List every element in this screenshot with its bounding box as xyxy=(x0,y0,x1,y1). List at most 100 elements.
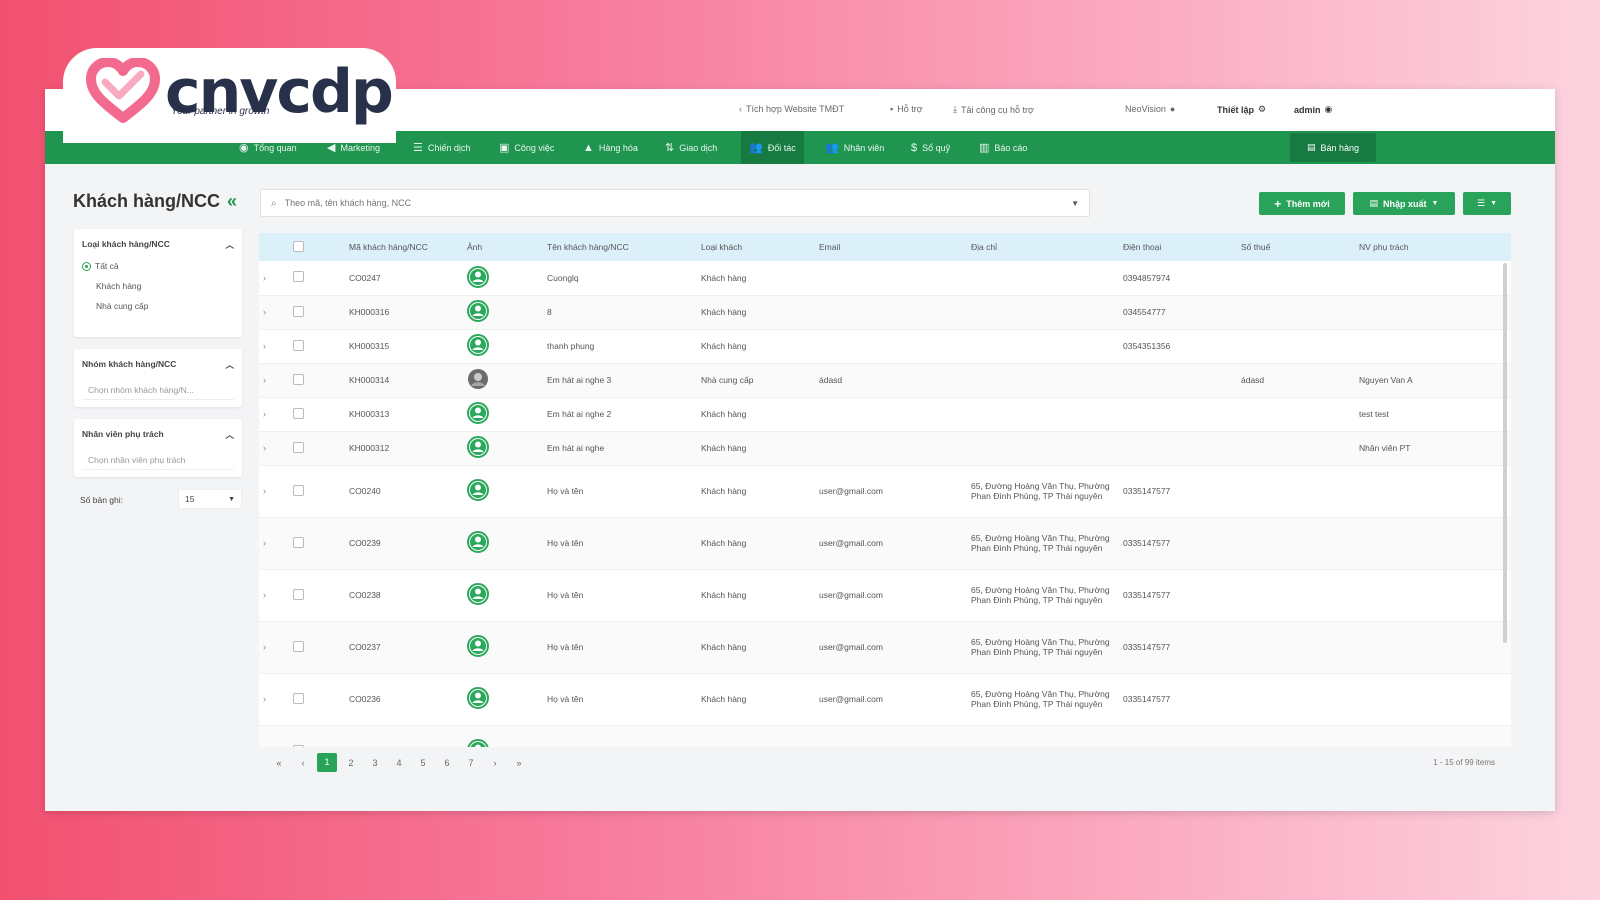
import-export-button[interactable]: ▤ Nhập xuất ▼ xyxy=(1353,192,1455,215)
filter-option-supplier[interactable]: Nhà cung cấp xyxy=(82,301,234,311)
col-phone[interactable]: Điện thoại xyxy=(1119,233,1237,261)
avatar xyxy=(467,635,489,657)
cell-staff: test test xyxy=(1359,409,1389,419)
expand-row-icon[interactable]: › xyxy=(263,694,266,704)
table-row[interactable]: › KH000312 Em hát ai nghe Khách hàng Nhân vi… xyxy=(259,431,1511,465)
page-3[interactable]: 3 xyxy=(363,758,387,768)
expand-row-icon[interactable]: › xyxy=(263,273,266,283)
expand-row-icon[interactable]: › xyxy=(263,341,266,351)
row-checkbox[interactable] xyxy=(293,441,304,453)
chevron-down-icon[interactable]: ▼ xyxy=(1071,199,1079,208)
page-7[interactable]: 7 xyxy=(459,758,483,768)
user-menu[interactable]: admin ◉ xyxy=(1294,104,1332,115)
expand-row-icon[interactable]: › xyxy=(263,590,266,600)
col-type[interactable]: Loại khách xyxy=(697,233,815,261)
expand-row-icon[interactable]: › xyxy=(263,409,266,419)
page-2[interactable]: 2 xyxy=(339,758,363,768)
add-new-button[interactable]: + Thêm mới xyxy=(1259,192,1345,215)
expand-row-icon[interactable]: › xyxy=(263,746,266,747)
table-row[interactable]: › CO0238 Họ và tên Khách hàng user@gmail.com… xyxy=(259,569,1511,621)
cell-code: CO0247 xyxy=(349,272,381,283)
cell-address: 65, Đường Hoàng Văn Thụ, Phường Phan Đìn… xyxy=(971,481,1110,501)
table-row[interactable]: › KH000316 8 Khách hàng 034554777 xyxy=(259,295,1511,329)
chevron-up-icon[interactable]: ︿ xyxy=(225,429,234,441)
row-checkbox[interactable] xyxy=(293,692,304,704)
settings-menu[interactable]: Thiết lập ⚙ xyxy=(1217,104,1266,115)
nav-partners[interactable]: 👥 Đối tác xyxy=(741,131,804,164)
group-select[interactable]: Chọn nhóm khách hàng/N... xyxy=(82,381,234,400)
table-row[interactable]: › CO0239 Họ và tên Khách hàng user@gmail.com… xyxy=(259,517,1511,569)
col-address[interactable]: Địa chỉ xyxy=(967,233,1119,261)
expand-row-icon[interactable]: › xyxy=(263,375,266,385)
search-box[interactable]: ⌕ ▼ xyxy=(260,189,1090,217)
table-row[interactable]: › CO0247 Cuonglq Khách hàng 0394857974 xyxy=(259,261,1511,295)
col-staff[interactable]: NV phụ trách xyxy=(1355,233,1511,261)
nav-staff[interactable]: 👥 Nhân viên xyxy=(817,131,892,164)
avatar xyxy=(467,479,489,501)
collapse-sidebar-icon[interactable]: « xyxy=(227,191,237,212)
row-checkbox[interactable] xyxy=(293,484,304,496)
col-code[interactable]: Mã khách hàng/NCC xyxy=(345,233,463,261)
row-checkbox[interactable] xyxy=(293,640,304,652)
chevron-up-icon[interactable]: ︿ xyxy=(225,239,234,251)
table-row[interactable]: › 65, Đường Hoàng Văn Thụ, xyxy=(259,725,1511,747)
row-checkbox[interactable] xyxy=(293,407,304,419)
table-row[interactable]: › KH000315 thanh phung Khách hàng 0354351356 xyxy=(259,329,1511,363)
prev-page-button[interactable]: ‹ xyxy=(291,758,315,768)
filter-option-all[interactable]: Tất cả xyxy=(82,261,234,271)
table-scrollbar[interactable] xyxy=(1503,263,1507,643)
cell-code: KH000313 xyxy=(349,409,390,419)
filter-option-customer[interactable]: Khách hàng xyxy=(82,281,234,291)
records-per-page-select[interactable]: 15 ▼ xyxy=(178,489,242,509)
nav-reports[interactable]: ▥ Báo cáo xyxy=(971,131,1035,164)
nav-tasks[interactable]: ▣ Công việc xyxy=(491,131,562,164)
col-tax[interactable]: Số thuế xyxy=(1237,233,1355,261)
col-email[interactable]: Email xyxy=(815,233,967,261)
column-menu-button[interactable]: ☰ ▼ xyxy=(1463,192,1511,215)
cell-code: KH000315 xyxy=(349,341,390,351)
expand-row-icon[interactable]: › xyxy=(263,486,266,496)
row-checkbox[interactable] xyxy=(293,744,304,747)
nav-cashbook[interactable]: $ Sổ quỹ xyxy=(903,131,958,164)
first-page-button[interactable]: « xyxy=(267,758,291,768)
table-row[interactable]: › CO0240 Họ và tên Khách hàng user@gmail.com… xyxy=(259,465,1511,517)
table-row[interactable]: › CO0237 Họ và tên Khách hàng user@gmail.com… xyxy=(259,621,1511,673)
page-6[interactable]: 6 xyxy=(435,758,459,768)
cell-email: user@gmail.com xyxy=(819,538,883,548)
expand-row-icon[interactable]: › xyxy=(263,642,266,652)
expand-row-icon[interactable]: › xyxy=(263,443,266,453)
nav-products[interactable]: ▲ Hàng hóa xyxy=(575,131,646,164)
page-1[interactable]: 1 xyxy=(317,753,337,772)
row-checkbox[interactable] xyxy=(293,536,304,548)
row-checkbox[interactable] xyxy=(293,271,304,283)
nav-campaigns[interactable]: ☰ Chiến dịch xyxy=(405,131,478,164)
expand-row-icon[interactable]: › xyxy=(263,538,266,548)
table-row[interactable]: › KH000314 Em hát ai nghe 3 Nhà cung cấp áda… xyxy=(259,363,1511,397)
transfer-icon: ⇅ xyxy=(665,142,675,154)
staff-select[interactable]: Chọn nhân viên phụ trách xyxy=(82,451,234,470)
table-row[interactable]: › CO0236 Họ và tên Khách hàng user@gmail.com… xyxy=(259,673,1511,725)
branch-selector[interactable]: NeoVision ● xyxy=(1125,104,1175,114)
col-name[interactable]: Tên khách hàng/NCC xyxy=(543,233,697,261)
download-tools-link[interactable]: ⤓ Tải công cụ hỗ trợ xyxy=(953,104,1034,115)
expand-row-icon[interactable]: › xyxy=(263,307,266,317)
page-5[interactable]: 5 xyxy=(411,758,435,768)
row-checkbox[interactable] xyxy=(293,588,304,600)
sell-button[interactable]: ▤ Bán hàng xyxy=(1290,133,1376,162)
row-checkbox[interactable] xyxy=(293,373,304,385)
page-4[interactable]: 4 xyxy=(387,758,411,768)
help-link[interactable]: ▪ Hỗ trợ xyxy=(890,104,923,114)
last-page-button[interactable]: » xyxy=(507,758,531,768)
integrate-link[interactable]: ‹ Tích hợp Website TMĐT xyxy=(739,104,844,114)
select-all-checkbox[interactable] xyxy=(293,240,304,252)
briefcase-icon: ▣ xyxy=(499,142,510,154)
row-checkbox[interactable] xyxy=(293,339,304,351)
avatar xyxy=(467,687,489,709)
cell-staff: Nguyen Van A xyxy=(1359,375,1413,385)
table-row[interactable]: › KH000313 Em hát ai nghe 2 Khách hàng test … xyxy=(259,397,1511,431)
search-input[interactable] xyxy=(284,198,1064,208)
nav-transactions[interactable]: ⇅ Giao dịch xyxy=(657,131,725,164)
next-page-button[interactable]: › xyxy=(483,758,507,768)
chevron-up-icon[interactable]: ︿ xyxy=(225,359,234,371)
row-checkbox[interactable] xyxy=(293,305,304,317)
